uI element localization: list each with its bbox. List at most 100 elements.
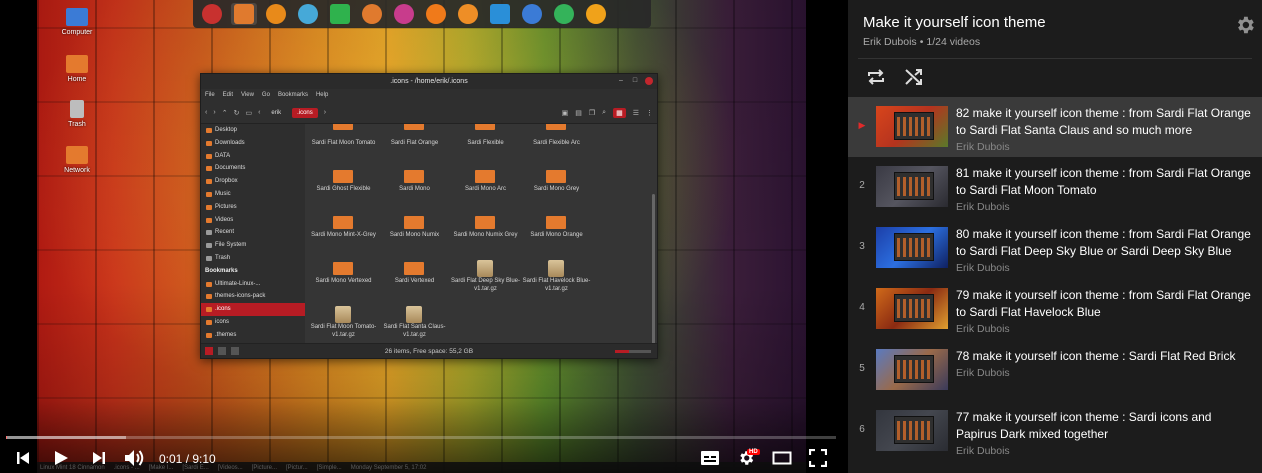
open-terminal-icon[interactable]: ▤ [575,109,582,117]
previous-button[interactable] [12,448,34,468]
sidebar-item[interactable]: Downloads [201,137,305,150]
show-tree-icon[interactable] [218,347,226,355]
play-button[interactable] [50,448,72,468]
sidebar-item[interactable]: Ultimate-Linux-... [201,278,305,291]
back-icon[interactable]: ‹ [205,109,207,116]
sidebar-item[interactable]: Dropbox [201,175,305,188]
compact-view-icon[interactable]: ⋮ [646,109,653,117]
dock-app-icon[interactable] [327,3,353,25]
shuffle-button[interactable] [904,67,924,87]
video-title[interactable]: 82 make it yourself icon theme : from Sa… [956,105,1252,139]
playlist-author[interactable]: Erik Dubois [863,36,917,48]
folder-item[interactable]: Sardi Vertexed [379,262,450,308]
loop-button[interactable] [866,67,886,87]
sidebar-item[interactable]: Music [201,188,305,201]
sidebar-item[interactable]: Pictures [201,201,305,214]
folder-item[interactable]: Sardi Flexible [450,124,521,170]
folder-item[interactable]: Sardi Flat Moon Tomato [308,124,379,170]
folder-item[interactable]: Sardi Flat Orange [379,124,450,170]
playlist-item[interactable]: 6 77 make it yourself icon theme : Sardi … [848,401,1262,462]
dock-app-icon[interactable] [263,3,289,25]
folder-item[interactable]: Sardi Flexible Arc [521,124,592,170]
sidebar-item[interactable]: Recent [201,226,305,239]
folder-item[interactable]: Sardi Mono Numix Grey [450,216,521,262]
video-title[interactable]: 79 make it yourself icon theme : from Sa… [956,287,1252,321]
video-thumbnail[interactable] [876,410,948,451]
video-title[interactable]: 77 make it yourself icon theme : Sardi i… [956,409,1252,443]
desktop-icon-computer[interactable]: Computer [47,8,107,36]
video-thumbnail[interactable] [876,288,948,329]
sidebar-item[interactable]: themes-icons-pack [201,290,305,303]
close-icon[interactable] [645,77,653,85]
subtitles-button[interactable] [698,448,722,468]
desktop-icon-network[interactable]: Network [47,146,107,174]
reload-icon[interactable]: ↻ [234,109,240,117]
folder-item[interactable]: Sardi Mono Mint-X-Grey [308,216,379,262]
archive-item[interactable]: Sardi Flat Moon Tomato-v1.tar.gz [308,306,379,344]
folder-item[interactable]: Sardi Mono Orange [521,216,592,262]
folder-item[interactable]: Sardi Mono Numix [379,216,450,262]
dock-app-icon[interactable] [455,3,481,25]
dock-app-icon[interactable] [391,3,417,25]
list-view-icon[interactable]: ☰ [633,109,639,117]
playlist-title[interactable]: Make it yourself icon theme [863,14,1046,31]
dock-app-icon[interactable] [519,3,545,25]
menu-item-go[interactable]: Go [262,89,270,102]
sidebar-item[interactable]: File System [201,239,305,252]
sidebar-item[interactable]: Documents [201,162,305,175]
sidebar-item[interactable]: .icons [201,303,305,316]
scrollbar[interactable] [652,194,655,344]
archive-item[interactable]: Sardi Flat Santa Claus-v1.tar.gz [379,306,450,344]
sidebar-item[interactable]: .themes [201,329,305,342]
video-title[interactable]: 81 make it yourself icon theme : from Sa… [956,165,1252,199]
playlist-item[interactable]: 5 78 make it yourself icon theme : Sardi … [848,340,1262,401]
minimize-icon[interactable]: – [617,77,625,85]
playlist-item[interactable]: 3 80 make it yourself icon theme : from S… [848,218,1262,279]
video-title[interactable]: 78 make it yourself icon theme : Sardi F… [956,348,1252,365]
crumb-prev-icon[interactable]: ‹ [258,109,260,116]
video-player[interactable]: Computer Home Trash Network .icons - /ho… [0,0,848,473]
playlist-item[interactable]: ▶ 82 make it yourself icon theme : from S… [848,97,1262,157]
sidebar-item[interactable]: DATA [201,150,305,163]
volume-button[interactable] [122,448,148,468]
dock-app-icon[interactable] [295,3,321,25]
dock-app-icon[interactable] [423,3,449,25]
playlist-item[interactable]: 4 79 make it yourself icon theme : from S… [848,279,1262,340]
window-title-bar[interactable]: .icons - /home/erik/.icons – □ [201,74,657,89]
menu-item-view[interactable]: View [241,89,254,102]
icon-view-icon[interactable]: ▦ [613,107,626,118]
desktop-icon-home[interactable]: Home [47,55,107,83]
folder-item[interactable]: Sardi Mono [379,170,450,216]
crumb-next-icon[interactable]: › [324,109,326,116]
folder-item[interactable]: Sardi Ghost Flexible [308,170,379,216]
menu-item-bookmarks[interactable]: Bookmarks [278,89,308,102]
theater-mode-button[interactable] [770,448,794,468]
breadcrumb-erik[interactable]: erik [266,108,286,118]
archive-item[interactable]: Sardi Flat Havelock Blue-v1.tar.gz [521,260,592,308]
dock-app-icon[interactable] [551,3,577,25]
sidebar-item[interactable]: icons [201,316,305,329]
dock-app-icon[interactable] [359,3,385,25]
playlist-settings-button[interactable] [1234,14,1256,36]
video-title[interactable]: 80 make it yourself icon theme : from Sa… [956,226,1252,260]
folder-item[interactable]: Sardi Mono Arc [450,170,521,216]
video-thumbnail[interactable] [876,349,948,390]
desktop-icon-trash[interactable]: Trash [47,100,107,128]
next-button[interactable] [88,448,110,468]
dock-app-icon[interactable] [583,3,609,25]
up-icon[interactable]: ⌃ [222,109,228,117]
search-icon[interactable]: ⌕ [602,109,606,117]
progress-bar[interactable] [6,436,836,439]
menu-item-file[interactable]: File [205,89,215,102]
dock-app-icon[interactable] [487,3,513,25]
playlist-item[interactable]: 2 81 make it yourself icon theme : from S… [848,157,1262,218]
dock-app-icon[interactable] [231,3,257,25]
video-thumbnail[interactable] [876,106,948,147]
zoom-slider[interactable] [615,350,651,353]
archive-item[interactable]: Sardi Flat Deep Sky Blue-v1.tar.gz [450,260,521,308]
menu-item-edit[interactable]: Edit [223,89,233,102]
folder-item[interactable]: Sardi Mono Grey [521,170,592,216]
menu-item-help[interactable]: Help [316,89,328,102]
maximize-icon[interactable]: □ [631,77,639,85]
new-folder-icon[interactable]: ▣ [562,109,569,117]
